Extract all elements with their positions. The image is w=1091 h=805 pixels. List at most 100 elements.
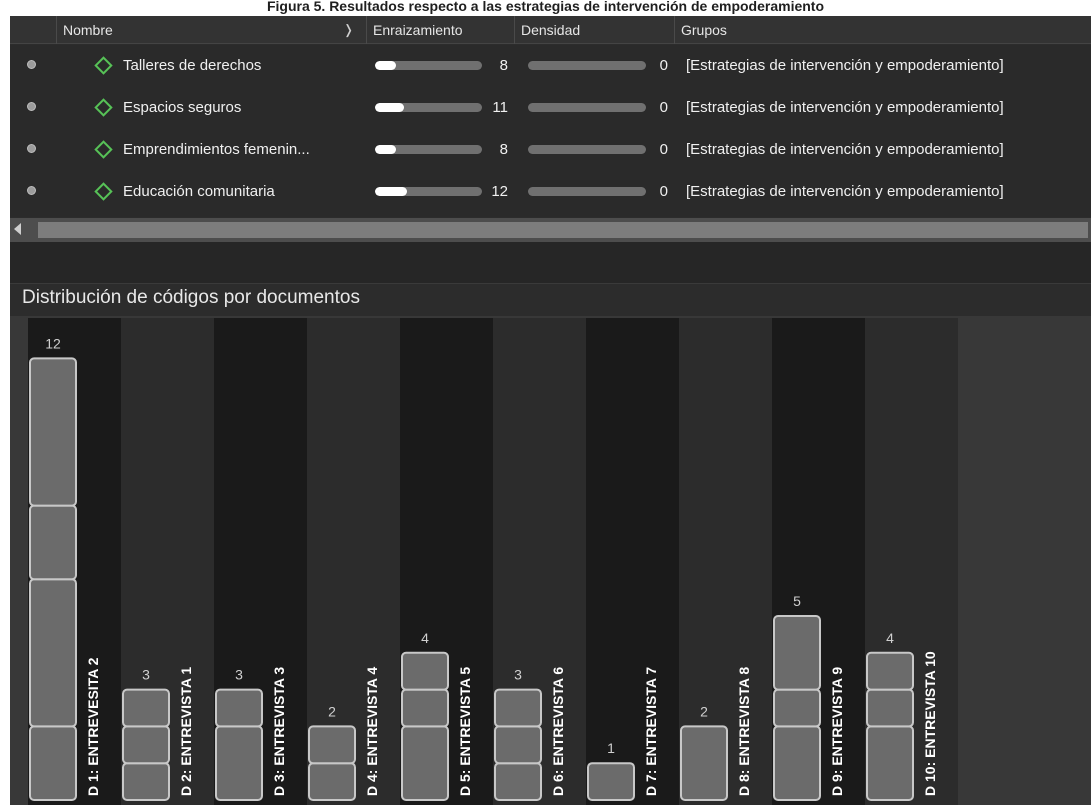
- column-header-name[interactable]: Nombre ❭: [56, 16, 366, 44]
- chart-bar-segment: [587, 762, 635, 802]
- code-diamond-icon: [94, 182, 113, 201]
- density-bar: [528, 187, 646, 196]
- chart-category-label: D 2: ENTREVISTA 1: [178, 667, 194, 796]
- chart-bar-segment: [401, 651, 449, 691]
- figure-caption: Figura 5. Resultados respecto a las estr…: [266, 0, 825, 14]
- chart-bar-segment: [773, 615, 821, 691]
- chart-bar-segment: [122, 762, 170, 802]
- code-groups: [Estrategias de intervención y empoderam…: [686, 141, 1004, 158]
- chart-value-label: 3: [514, 667, 522, 683]
- chart-category-label: D 4: ENTREVISTA 4: [364, 667, 380, 796]
- rooting-bar-fill: [375, 187, 408, 196]
- table-row[interactable]: Talleres de derechos 8 0 [Estrategias de in…: [10, 45, 1091, 87]
- chart-category-label: D 5: ENTREVISTA 5: [457, 667, 473, 796]
- rooting-bar-fill: [375, 145, 397, 154]
- chart-category-label: D 1: ENTREVESITA 2: [85, 657, 101, 796]
- density-value: 0: [659, 183, 668, 200]
- scrollbar-thumb[interactable]: [38, 222, 1088, 238]
- density-value: 0: [659, 99, 668, 116]
- density-value: 0: [659, 141, 668, 158]
- chart-bar-segment: [401, 725, 449, 801]
- pane-divider: [10, 242, 1091, 284]
- code-diamond-icon: [94, 140, 113, 159]
- chart-value-label: 2: [328, 703, 336, 719]
- chart-bar-segment: [29, 725, 77, 801]
- chevron-down-icon[interactable]: ❭: [343, 16, 354, 44]
- horizontal-scrollbar[interactable]: [10, 218, 1091, 242]
- distribution-chart: 12D 1: ENTREVESITA 23D 2: ENTREVISTA 13D…: [28, 318, 958, 805]
- code-groups: [Estrategias de intervención y empoderam…: [686, 57, 1004, 74]
- chart-bar-segment: [29, 357, 77, 507]
- chart-bar-segment: [773, 688, 821, 728]
- chart-bar-segment: [215, 725, 263, 801]
- column-header-rooting[interactable]: Enraizamiento: [366, 16, 514, 44]
- density-bar: [528, 61, 646, 70]
- chart-area: 12 D 1: ENTREVESITA 23D 2: ENTREVISTA 13D…: [10, 316, 1091, 805]
- chart-bar-segment: [122, 725, 170, 765]
- chart-value-label: 1: [607, 740, 615, 756]
- rooting-value: 11: [492, 99, 508, 116]
- rooting-bar: [375, 61, 482, 70]
- rooting-value: 12: [491, 183, 508, 200]
- chart-bar-segment: [29, 504, 77, 581]
- chart-bar-segment: [680, 725, 728, 801]
- chart-bar-segment: [215, 688, 263, 728]
- chart-value-label: 3: [142, 667, 150, 683]
- density-value: 0: [659, 57, 668, 74]
- column-header-density[interactable]: Densidad: [514, 16, 674, 44]
- chart-title: Distribución de códigos por documentos: [22, 287, 360, 308]
- column-header-groups[interactable]: Grupos: [674, 16, 1091, 44]
- chart-category-label: D 6: ENTREVISTA 6: [550, 667, 566, 796]
- density-bar: [528, 145, 646, 154]
- chart-bar-segment: [866, 688, 914, 728]
- chart-category-label: D 10: ENTREVISTA 10: [922, 651, 938, 796]
- rooting-bar: [375, 145, 482, 154]
- chart-value-label: 3: [235, 667, 243, 683]
- chart-bar-segment: [308, 762, 356, 802]
- chart-value-label: 4: [886, 630, 894, 646]
- chart-bar-segment: [308, 725, 356, 765]
- chart-value-label: 5: [793, 593, 801, 609]
- chart-bar-segment: [401, 688, 449, 728]
- status-dot-icon: [27, 60, 36, 69]
- code-groups: [Estrategias de intervención y empoderam…: [686, 99, 1004, 116]
- rooting-bar-fill: [375, 103, 405, 112]
- chart-bar-segment: [494, 762, 542, 802]
- chart-category-label: D 9: ENTREVISTA 9: [829, 667, 845, 796]
- chart-category-label: D 8: ENTREVISTA 8: [736, 667, 752, 796]
- scroll-left-icon[interactable]: [14, 223, 21, 235]
- table-header: Nombre ❭ Enraizamiento Densidad Grupos: [10, 16, 1091, 44]
- chart-bar-segment: [494, 688, 542, 728]
- column-header-name-label: Nombre: [63, 22, 113, 38]
- rooting-bar: [375, 187, 482, 196]
- rooting-bar: [375, 103, 482, 112]
- chart-value-label: 2: [700, 703, 708, 719]
- chart-bar-segment: [866, 651, 914, 691]
- rooting-bar-fill: [375, 61, 397, 70]
- chart-bar-segment: [494, 725, 542, 765]
- chart-bar-segment: [866, 725, 914, 801]
- chart-category-label: D 3: ENTREVISTA 3: [271, 667, 287, 796]
- rooting-value: 8: [499, 141, 508, 158]
- chart-category-label: D 7: ENTREVISTA 7: [643, 667, 659, 796]
- chart-value-label: 12: [45, 335, 61, 351]
- code-name: Espacios seguros: [123, 99, 242, 116]
- code-name: Talleres de derechos: [123, 57, 262, 74]
- status-dot-icon: [27, 102, 36, 111]
- rooting-value: 8: [499, 57, 508, 74]
- app-window: Nombre ❭ Enraizamiento Densidad Grupos T…: [10, 16, 1091, 805]
- code-groups: [Estrategias de intervención y empoderam…: [686, 183, 1004, 200]
- code-diamond-icon: [94, 98, 113, 117]
- table-row[interactable]: Emprendimientos femenin... 8 0 [Estrategias…: [10, 129, 1091, 171]
- table-row[interactable]: Educación comunitaria 12 0 [Estrategias de …: [10, 171, 1091, 213]
- table-row[interactable]: Espacios seguros 11 0 [Estrategias de inter…: [10, 87, 1091, 129]
- codes-table: Talleres de derechos 8 0 [Estrategias de in…: [10, 45, 1091, 217]
- chart-bar-segment: [29, 578, 77, 728]
- chart-bar-segment: [773, 725, 821, 801]
- code-diamond-icon: [94, 56, 113, 75]
- code-name: Emprendimientos femenin...: [123, 141, 310, 158]
- status-dot-icon: [27, 186, 36, 195]
- code-name: Educación comunitaria: [123, 183, 275, 200]
- chart-value-label: 4: [421, 630, 429, 646]
- density-bar: [528, 103, 646, 112]
